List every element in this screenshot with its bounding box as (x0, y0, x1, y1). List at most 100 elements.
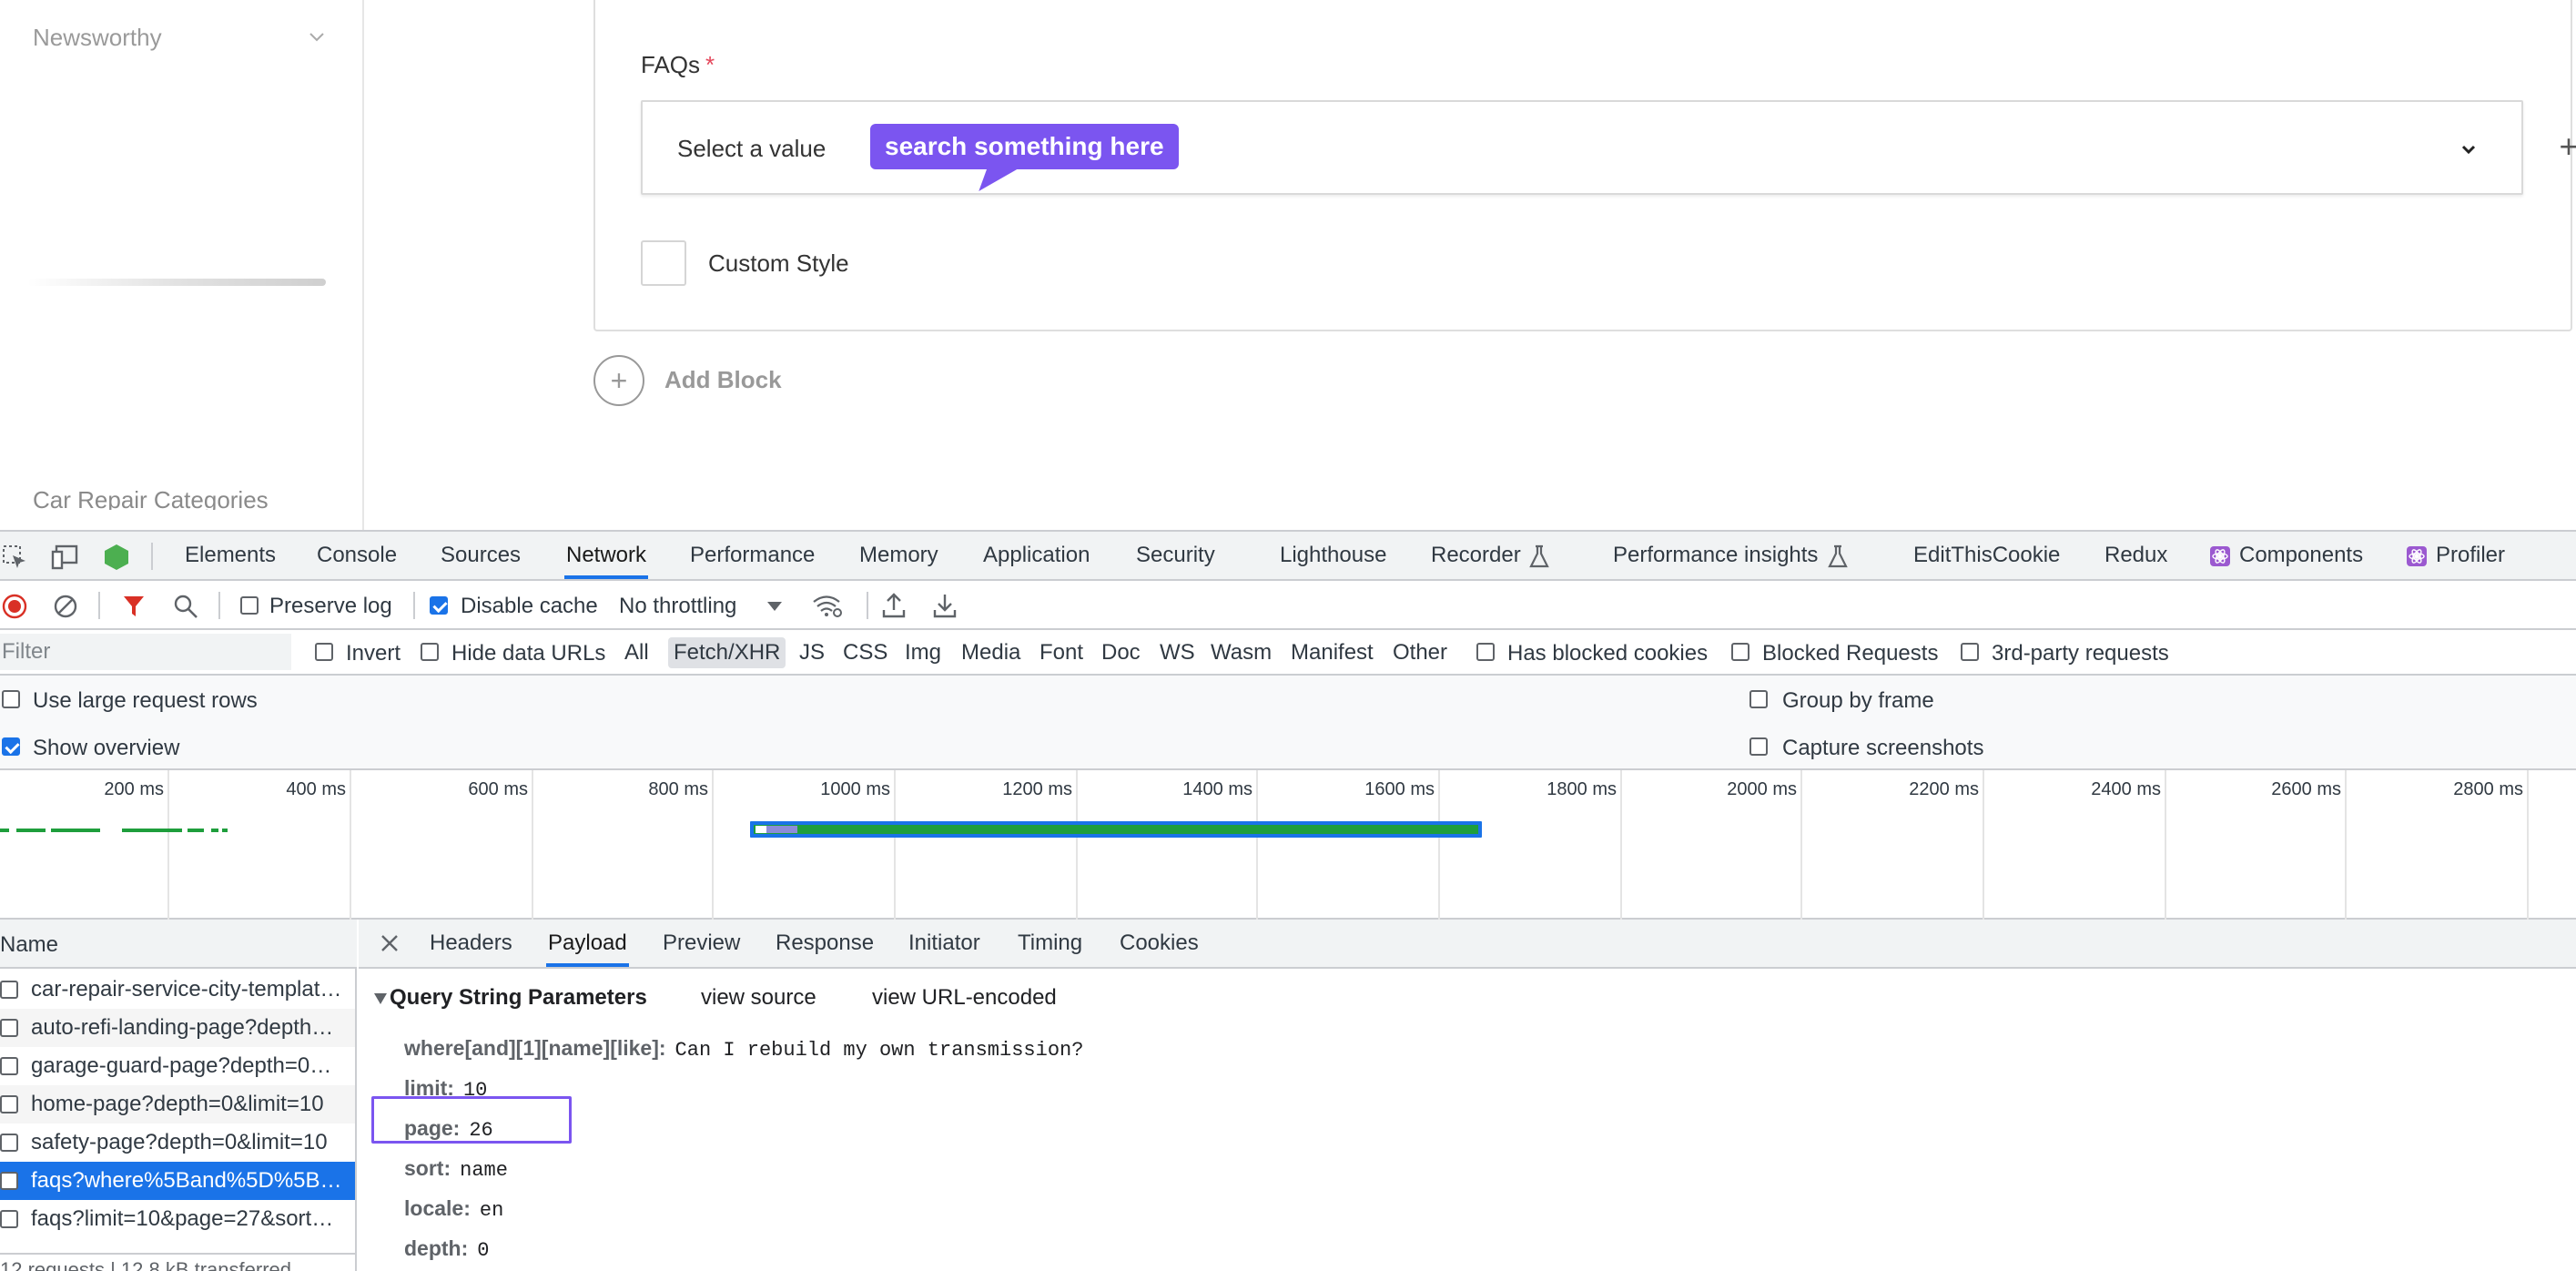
tab-profiler[interactable]: Profiler (2436, 532, 2505, 579)
tab-application[interactable]: Application (983, 532, 1090, 579)
query-string-parameters-title[interactable]: Query String Parameters (390, 985, 647, 1011)
filter-input[interactable] (0, 634, 291, 670)
third-party-checkbox[interactable] (1961, 643, 1979, 661)
tab-response[interactable]: Response (776, 920, 874, 967)
filter-type-fetch-xhr[interactable]: Fetch/XHR (668, 637, 786, 668)
filter-type-ws[interactable]: WS (1154, 637, 1201, 668)
react-icon (2407, 546, 2427, 566)
tab-network[interactable]: Network (564, 532, 649, 579)
tab-performance-insights[interactable]: Performance insights (1613, 532, 1818, 579)
tab-payload[interactable]: Payload (546, 920, 629, 967)
filter-type-img[interactable]: Img (899, 637, 947, 668)
network-conditions-icon[interactable] (812, 594, 843, 619)
filter-type-all[interactable]: All (619, 637, 654, 668)
close-icon[interactable] (380, 934, 399, 952)
tab-security[interactable]: Security (1136, 532, 1215, 579)
add-block-button[interactable]: + (593, 355, 644, 406)
request-row[interactable]: garage-guard-page?depth=0&limit=10 (0, 1047, 355, 1085)
request-row-checkbox[interactable] (0, 1057, 18, 1075)
import-har-icon[interactable] (881, 592, 907, 619)
network-filterbar: Invert Hide data URLs All Fetch/XHR JS C… (0, 630, 2576, 676)
disable-cache-checkbox[interactable] (430, 596, 448, 615)
request-row-checkbox[interactable] (0, 1095, 18, 1113)
tab-cookies[interactable]: Cookies (1120, 920, 1199, 967)
inspect-element-icon[interactable] (2, 544, 27, 570)
tab-redux[interactable]: Redux (2104, 532, 2167, 579)
request-row[interactable]: car-repair-service-city-template?depth=0… (0, 971, 355, 1009)
throttling-select[interactable]: No throttling (619, 594, 736, 619)
view-source-link[interactable]: view source (701, 985, 816, 1011)
request-row[interactable]: safety-page?depth=0&limit=10 (0, 1124, 355, 1162)
triangle-down-icon[interactable] (373, 992, 388, 1005)
show-overview-checkbox[interactable] (2, 737, 20, 756)
request-row-checkbox[interactable] (0, 981, 18, 999)
tab-elements[interactable]: Elements (185, 532, 276, 579)
has-blocked-cookies-checkbox[interactable] (1476, 643, 1495, 661)
tab-initiator[interactable]: Initiator (908, 920, 980, 967)
tab-recorder[interactable]: Recorder (1431, 532, 1521, 579)
filter-type-css[interactable]: CSS (837, 637, 893, 668)
tab-sources[interactable]: Sources (441, 532, 521, 579)
chevron-down-icon[interactable] (2458, 138, 2480, 160)
timeline-tick: 2400 ms (2091, 779, 2161, 799)
filter-type-font[interactable]: Font (1034, 637, 1089, 668)
filter-type-other[interactable]: Other (1387, 637, 1453, 668)
add-faq-button[interactable]: + (2523, 100, 2576, 195)
tab-editthiscookie[interactable]: EditThisCookie (1913, 532, 2060, 579)
filter-type-wasm[interactable]: Wasm (1205, 637, 1277, 668)
chevron-down-icon[interactable] (306, 25, 328, 47)
filter-type-js[interactable]: JS (794, 637, 830, 668)
filter-type-manifest[interactable]: Manifest (1285, 637, 1379, 668)
tab-timing[interactable]: Timing (1018, 920, 1082, 967)
request-list-header[interactable]: Name (0, 920, 357, 969)
filter-icon[interactable] (122, 594, 146, 619)
invert-checkbox[interactable] (315, 643, 333, 661)
filter-type-doc[interactable]: Doc (1096, 637, 1146, 668)
large-rows-checkbox[interactable] (2, 690, 20, 708)
filter-type-media[interactable]: Media (956, 637, 1026, 668)
network-overview[interactable]: 200 ms 400 ms 600 ms 800 ms 1000 ms 1200… (0, 770, 2576, 920)
timeline-early-requests (0, 829, 228, 832)
timeline-request-bar (750, 821, 1482, 838)
add-block-label[interactable]: Add Block (664, 366, 782, 394)
request-row-checkbox[interactable] (0, 1134, 18, 1152)
tab-lighthouse[interactable]: Lighthouse (1280, 532, 1386, 579)
request-row[interactable]: home-page?depth=0&limit=10 (0, 1085, 355, 1124)
request-list: Name car-repair-service-city-template?de… (0, 920, 357, 1271)
request-row-checkbox[interactable] (0, 1210, 18, 1228)
request-row-checkbox[interactable] (0, 1172, 18, 1190)
request-details: Headers Payload Preview Response Initiat… (359, 920, 2576, 1271)
sidebar-item-clipped[interactable]: Car Repair Categories (33, 490, 269, 510)
export-har-icon[interactable] (932, 592, 958, 619)
view-url-encoded-link[interactable]: view URL-encoded (872, 985, 1057, 1011)
request-row-checkbox[interactable] (0, 1019, 18, 1037)
hide-data-urls-checkbox[interactable] (421, 643, 439, 661)
tab-performance[interactable]: Performance (690, 532, 815, 579)
request-name: home-page?depth=0&limit=10 (31, 1092, 324, 1116)
custom-style-checkbox[interactable] (641, 240, 686, 286)
request-row[interactable]: faqs?where%5Band%5D%5B1%5D%5Bname%5D%5Bl… (0, 1162, 355, 1200)
react-icon (2210, 546, 2230, 566)
request-row[interactable]: faqs?limit=10&page=27&sort=name (0, 1200, 355, 1238)
vue-devtools-hex-icon[interactable] (102, 543, 131, 572)
query-param-key: sort: (404, 1156, 451, 1180)
sidebar-collection-label[interactable]: Newsworthy (33, 24, 162, 52)
caret-down-icon[interactable] (766, 601, 783, 612)
capture-screenshots-checkbox[interactable] (1749, 737, 1768, 756)
clear-icon[interactable] (53, 594, 78, 619)
tab-console[interactable]: Console (317, 532, 397, 579)
timeline-tick: 1600 ms (1364, 779, 1435, 799)
record-stop-icon[interactable] (2, 594, 27, 619)
group-by-frame-checkbox[interactable] (1749, 690, 1768, 708)
tab-headers[interactable]: Headers (430, 920, 512, 967)
tab-memory[interactable]: Memory (859, 532, 938, 579)
request-row[interactable]: auto-refi-landing-page?depth=0&limit=10 (0, 1009, 355, 1047)
name-column-header[interactable]: Name (0, 932, 58, 958)
preserve-log-checkbox[interactable] (240, 596, 259, 615)
tab-components[interactable]: Components (2239, 532, 2363, 579)
device-toolbar-icon[interactable] (51, 544, 80, 570)
query-param-value: name (460, 1159, 508, 1182)
blocked-requests-checkbox[interactable] (1731, 643, 1749, 661)
search-icon[interactable] (173, 594, 198, 619)
tab-preview[interactable]: Preview (663, 920, 740, 967)
